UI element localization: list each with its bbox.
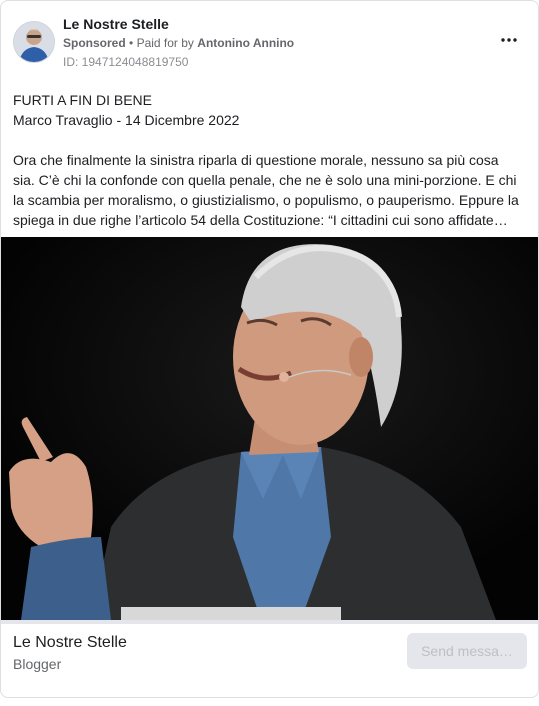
more-options-button[interactable]: [498, 29, 520, 51]
ad-header: Le Nostre Stelle Sponsored • Paid for by…: [1, 1, 538, 79]
ad-card: Le Nostre Stelle Sponsored • Paid for by…: [0, 0, 539, 698]
page-name[interactable]: Le Nostre Stelle: [63, 16, 169, 32]
avatar-person-icon: [14, 22, 54, 62]
footer-page-category: Blogger: [13, 656, 62, 672]
ad-id: ID: 1947124048819750: [63, 55, 189, 69]
ad-image[interactable]: [1, 237, 538, 620]
sponsored-line: Sponsored • Paid for by Antonino Annino: [63, 36, 294, 50]
payer-name: Antonino Annino: [197, 36, 295, 50]
post-byline: Marco Travaglio - 14 Dicembre 2022: [13, 112, 240, 128]
send-message-button[interactable]: Send messa…: [407, 633, 527, 669]
post-text: FURTI A FIN DI BENE Marco Travaglio - 14…: [13, 90, 524, 230]
separator-dot: •: [129, 36, 134, 50]
speaker-photo: [1, 237, 538, 620]
sponsored-label: Sponsored: [63, 36, 126, 50]
page-avatar[interactable]: [13, 21, 55, 63]
post-body: Ora che finalmente la sinistra riparla d…: [13, 152, 519, 228]
more-horizontal-icon: [501, 38, 517, 42]
post-title: FURTI A FIN DI BENE: [13, 92, 152, 108]
footer-page-name[interactable]: Le Nostre Stelle: [13, 634, 127, 652]
paid-for-prefix: Paid for by: [136, 36, 194, 50]
image-divider: [1, 620, 538, 624]
